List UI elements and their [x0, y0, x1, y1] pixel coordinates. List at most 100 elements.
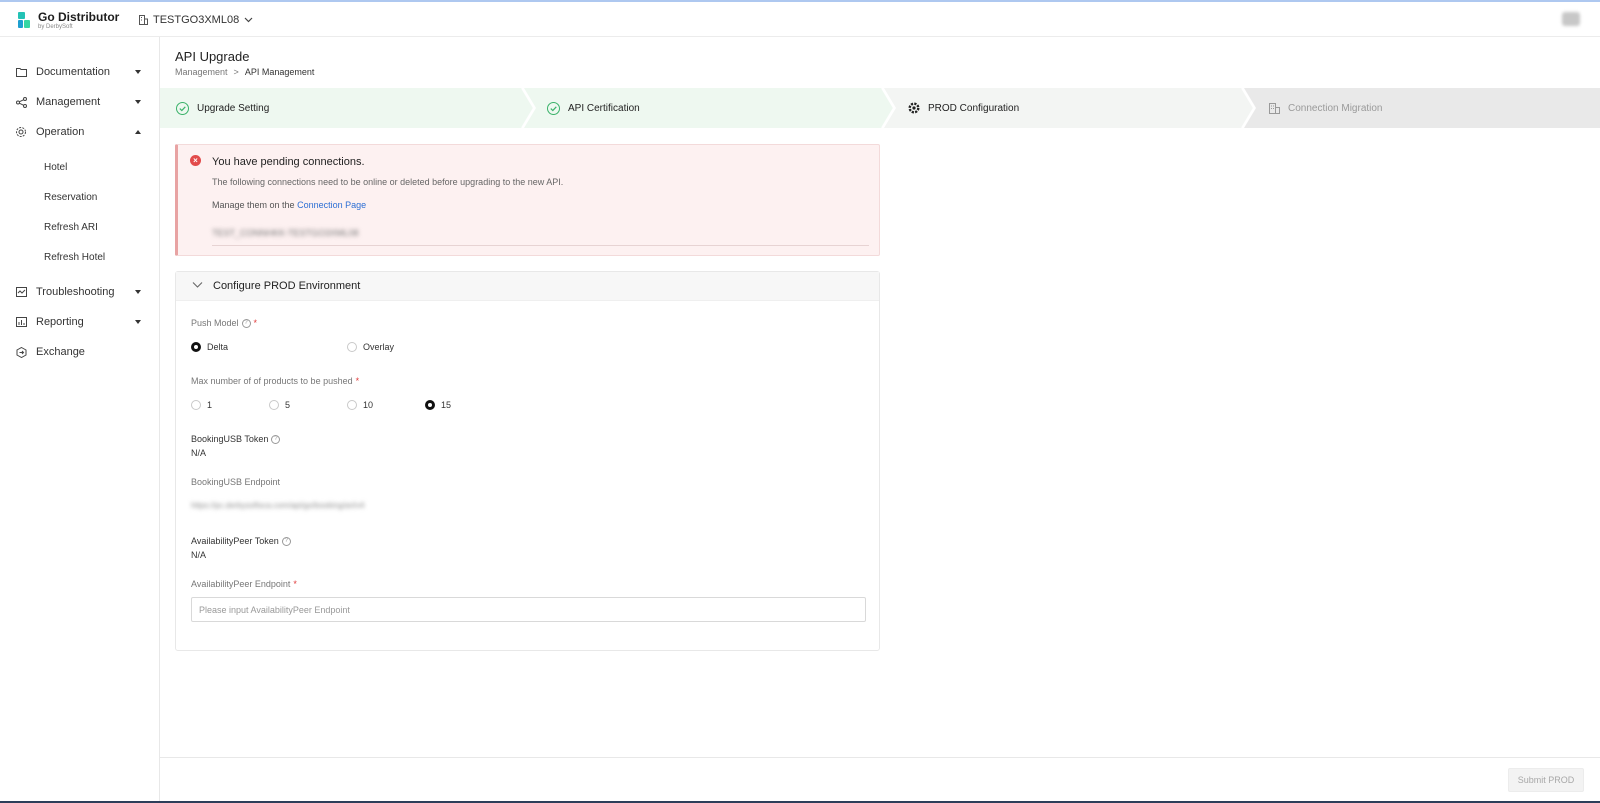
required-marker: * — [355, 376, 360, 386]
caret-down-icon — [135, 100, 141, 104]
sidebar: Documentation Management Operation Hotel… — [0, 37, 160, 803]
step-label: API Certification — [568, 102, 640, 114]
radio-label: 1 — [207, 400, 213, 410]
radio-dot-selected[interactable] — [425, 400, 435, 410]
sidebar-item-exchange[interactable]: Exchange — [0, 340, 159, 364]
tenant-name: TESTGO3XML08 — [153, 14, 240, 26]
sidebar-item-label: Reporting — [36, 316, 84, 328]
submit-prod-button[interactable]: Submit PROD — [1508, 768, 1584, 792]
max-products-15-radio[interactable]: 15 — [425, 400, 451, 410]
pending-connection-name: TEST_CONNHKK-TESTGO3XML08 — [212, 228, 359, 238]
sidebar-subitem-reservation[interactable]: Reservation — [0, 186, 159, 208]
sidebar-subitem-label: Reservation — [44, 191, 98, 203]
page-title: API Upgrade — [175, 49, 250, 64]
radio-dot-selected[interactable] — [191, 342, 201, 352]
booking-endpoint-value: https://pc.derbysoftsca.com/api/go/booki… — [191, 501, 365, 510]
avail-endpoint-label-text: AvailabilityPeer Endpoint — [191, 579, 291, 589]
booking-token-label: BookingUSB Token ? — [191, 434, 281, 444]
avail-endpoint-label: AvailabilityPeer Endpoint * — [191, 579, 297, 589]
help-icon[interactable]: ? — [281, 536, 291, 546]
radio-label: Overlay — [363, 342, 395, 352]
step-label: Connection Migration — [1288, 102, 1383, 114]
push-model-label-text: Push Model — [191, 318, 239, 328]
sidebar-item-label: Documentation — [36, 66, 110, 78]
panel-header[interactable]: Configure PROD Environment — [176, 272, 879, 301]
help-icon[interactable]: ? — [241, 318, 251, 328]
push-model-overlay-radio[interactable]: Overlay — [347, 342, 394, 352]
step-upgrade-setting: Upgrade Setting — [176, 88, 269, 128]
sidebar-subitem-refresh-hotel[interactable]: Refresh Hotel — [0, 246, 159, 268]
push-model-label: Push Model ? * — [191, 318, 257, 328]
max-products-5-radio[interactable]: 5 — [269, 400, 290, 410]
user-avatar[interactable] — [1562, 12, 1580, 26]
configure-prod-panel: Configure PROD Environment Push Model ? … — [175, 271, 880, 651]
step-label: Upgrade Setting — [197, 102, 270, 114]
sidebar-subitem-label: Refresh Hotel — [44, 251, 106, 263]
caret-down-icon — [135, 320, 141, 324]
step-prod-configuration: PROD Configuration — [908, 88, 1019, 128]
pending-connections-alert: × You have pending connections. The foll… — [175, 144, 880, 256]
breadcrumb-management[interactable]: Management — [175, 67, 228, 77]
sidebar-item-management[interactable]: Management — [0, 90, 159, 114]
required-marker: * — [253, 318, 258, 328]
building-icon — [1269, 102, 1280, 114]
push-model-delta-radio[interactable]: Delta — [191, 342, 228, 352]
alert-manage-prefix: Manage them on the — [212, 200, 295, 210]
radio-label: 5 — [285, 400, 291, 410]
sidebar-item-documentation[interactable]: Documentation — [0, 60, 159, 84]
gear-icon — [15, 126, 27, 138]
booking-token-value: N/A — [191, 448, 207, 458]
avail-token-value: N/A — [191, 550, 207, 560]
exchange-icon — [15, 346, 27, 358]
radio-dot[interactable] — [191, 400, 201, 410]
breadcrumb-api-management: API Management — [244, 67, 315, 77]
radio-dot[interactable] — [347, 400, 357, 410]
sidebar-item-label: Operation — [36, 126, 85, 138]
sidebar-item-operation[interactable]: Operation — [0, 120, 159, 144]
sidebar-item-label: Exchange — [36, 346, 85, 358]
max-products-label-text: Max number of of products to be pushed — [191, 376, 353, 386]
max-products-10-radio[interactable]: 10 — [347, 400, 373, 410]
booking-endpoint-label: BookingUSB Endpoint — [191, 477, 280, 487]
step-connection-migration: Connection Migration — [1269, 88, 1383, 128]
max-products-label: Max number of of products to be pushed * — [191, 376, 359, 386]
check-circle-icon — [176, 101, 189, 115]
avail-endpoint-input[interactable] — [191, 597, 866, 622]
panel-title: Configure PROD Environment — [213, 280, 361, 292]
upgrade-steps: Upgrade Setting API Certification PROD C… — [160, 88, 1600, 128]
sidebar-subitem-label: Refresh ARI — [44, 221, 98, 233]
sidebar-item-troubleshooting[interactable]: Troubleshooting — [0, 280, 159, 304]
step-api-certification: API Certification — [547, 88, 640, 128]
required-marker: * — [293, 579, 297, 589]
app-name: Go Distributor — [38, 10, 120, 24]
tenant-selector[interactable]: TESTGO3XML08 — [139, 14, 253, 26]
avail-token-label: AvailabilityPeer Token ? — [191, 536, 291, 546]
caret-up-icon — [135, 130, 141, 134]
chevron-down-icon[interactable] — [192, 281, 203, 289]
error-icon: × — [190, 155, 201, 166]
radio-label: Delta — [207, 342, 229, 352]
app-subtitle: by DerbySoft — [38, 24, 73, 30]
alert-manage-text: Manage them on the Connection Page — [212, 200, 366, 210]
folder-icon — [15, 66, 27, 78]
share-icon — [15, 96, 27, 108]
booking-endpoint-label-text: BookingUSB Endpoint — [191, 477, 281, 487]
help-icon[interactable]: ? — [271, 434, 281, 444]
radio-dot[interactable] — [347, 342, 357, 352]
max-products-1-radio[interactable]: 1 — [191, 400, 212, 410]
check-circle-icon — [547, 101, 560, 115]
connection-page-link[interactable]: Connection Page — [297, 200, 366, 210]
sidebar-subitem-refresh-ari[interactable]: Refresh ARI — [0, 216, 159, 238]
chart-icon — [15, 316, 27, 328]
radio-dot[interactable] — [269, 400, 279, 410]
steps-background — [160, 88, 1600, 128]
app-logo-icon — [18, 12, 30, 28]
radio-label: 15 — [441, 400, 452, 410]
sidebar-item-reporting[interactable]: Reporting — [0, 310, 159, 334]
sidebar-subitem-hotel[interactable]: Hotel — [0, 156, 159, 178]
app-header: Go Distributor by DerbySoft TESTGO3XML08 — [0, 2, 1600, 37]
radio-label: 10 — [363, 400, 374, 410]
sidebar-item-label: Troubleshooting — [36, 286, 115, 298]
step-label: PROD Configuration — [928, 102, 1020, 114]
sidebar-item-label: Management — [36, 96, 101, 108]
